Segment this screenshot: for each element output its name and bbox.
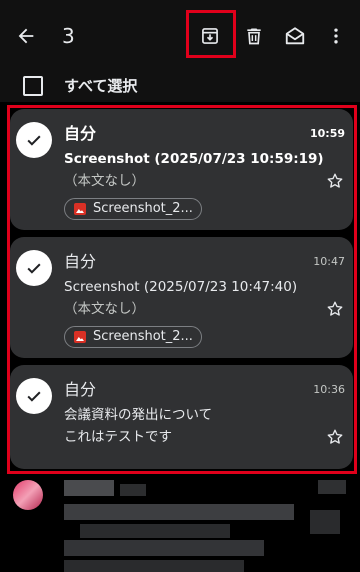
envelope-open-icon [285, 27, 305, 45]
obscured-time [318, 480, 346, 494]
mark-as-read-button[interactable] [279, 20, 311, 52]
selected-count: 3 [62, 24, 75, 48]
back-button[interactable] [12, 22, 40, 50]
select-all-row[interactable]: すべて選択 [0, 70, 360, 102]
obscured-email-item[interactable] [0, 474, 360, 572]
delete-button[interactable] [238, 20, 270, 52]
top-app-bar: 3 [0, 0, 360, 70]
select-all-label: すべて選択 [64, 77, 138, 95]
more-vertical-icon [334, 28, 338, 44]
obscured-snippet [64, 560, 244, 572]
email-list-highlight-box [7, 105, 357, 474]
obscured-snippet [64, 540, 264, 556]
trash-icon [247, 28, 261, 45]
obscured-subject [64, 504, 294, 520]
obscured-avatar [13, 480, 43, 510]
select-all-checkbox[interactable] [23, 76, 43, 96]
obscured-text [120, 484, 146, 496]
more-options-button[interactable] [320, 20, 352, 52]
obscured-snippet [80, 524, 230, 538]
obscured-sender [64, 480, 114, 496]
arrow-left-icon [18, 28, 34, 44]
obscured-star [310, 510, 340, 534]
archive-highlight-box [186, 10, 236, 58]
